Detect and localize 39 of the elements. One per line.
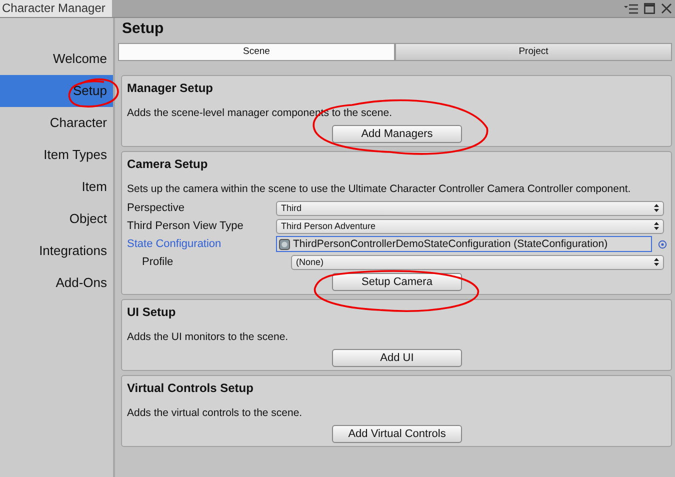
section-description: Adds the virtual controls to the scene. bbox=[127, 407, 304, 420]
dropdown[interactable]: (None) bbox=[291, 254, 664, 270]
action-button[interactable]: Add Managers bbox=[332, 125, 462, 143]
sidebar-item[interactable]: Add-Ons bbox=[0, 267, 113, 299]
sidebar-item[interactable]: Item Types bbox=[0, 139, 113, 171]
field-label: Third Person View Type bbox=[127, 220, 244, 232]
dropdown[interactable]: Third bbox=[276, 200, 664, 216]
section-title: Camera Setup bbox=[127, 156, 209, 173]
sidebar-item[interactable]: Item bbox=[0, 171, 113, 203]
sidebar-item[interactable]: Integrations bbox=[0, 235, 113, 267]
field-label: Profile bbox=[141, 256, 174, 268]
sidebar-item[interactable]: Welcome bbox=[0, 43, 113, 75]
cube-icon bbox=[279, 238, 290, 250]
target-icon[interactable] bbox=[658, 240, 667, 248]
updown-arrows-icon bbox=[654, 222, 659, 230]
action-button[interactable]: Setup Camera bbox=[332, 273, 462, 291]
page-heading: Setup bbox=[121, 19, 165, 39]
action-button[interactable]: Add UI bbox=[332, 349, 462, 367]
tab[interactable]: Project bbox=[395, 43, 672, 61]
section-title: Virtual Controls Setup bbox=[127, 380, 254, 397]
section-description: Adds the UI monitors to the scene. bbox=[127, 331, 290, 344]
dropdown[interactable]: Third Person Adventure bbox=[276, 218, 664, 234]
close-icon[interactable] bbox=[661, 3, 672, 14]
menu-icon[interactable] bbox=[624, 4, 638, 14]
sidebar-item[interactable]: Character bbox=[0, 107, 113, 139]
action-button[interactable]: Add Virtual Controls bbox=[332, 425, 462, 443]
section-title: UI Setup bbox=[127, 304, 177, 321]
tab[interactable]: Scene bbox=[118, 43, 395, 61]
field-label: State Configuration bbox=[127, 238, 222, 250]
object-field[interactable]: ThirdPersonControllerDemoStateConfiguration (StateConfiguration) bbox=[276, 236, 652, 252]
window-title: Character Manager bbox=[0, 0, 112, 17]
updown-arrows-icon bbox=[654, 258, 659, 266]
field-label: Perspective bbox=[127, 202, 186, 214]
sidebar-item[interactable]: Object bbox=[0, 203, 113, 235]
section-title: Manager Setup bbox=[127, 80, 214, 97]
sidebar-item[interactable]: Setup bbox=[0, 75, 113, 107]
maximize-icon[interactable] bbox=[644, 3, 655, 14]
updown-arrows-icon bbox=[654, 204, 659, 212]
section-description: Sets up the camera within the scene to use the Ultimate Character Controller Camera Controller component. bbox=[127, 183, 632, 196]
